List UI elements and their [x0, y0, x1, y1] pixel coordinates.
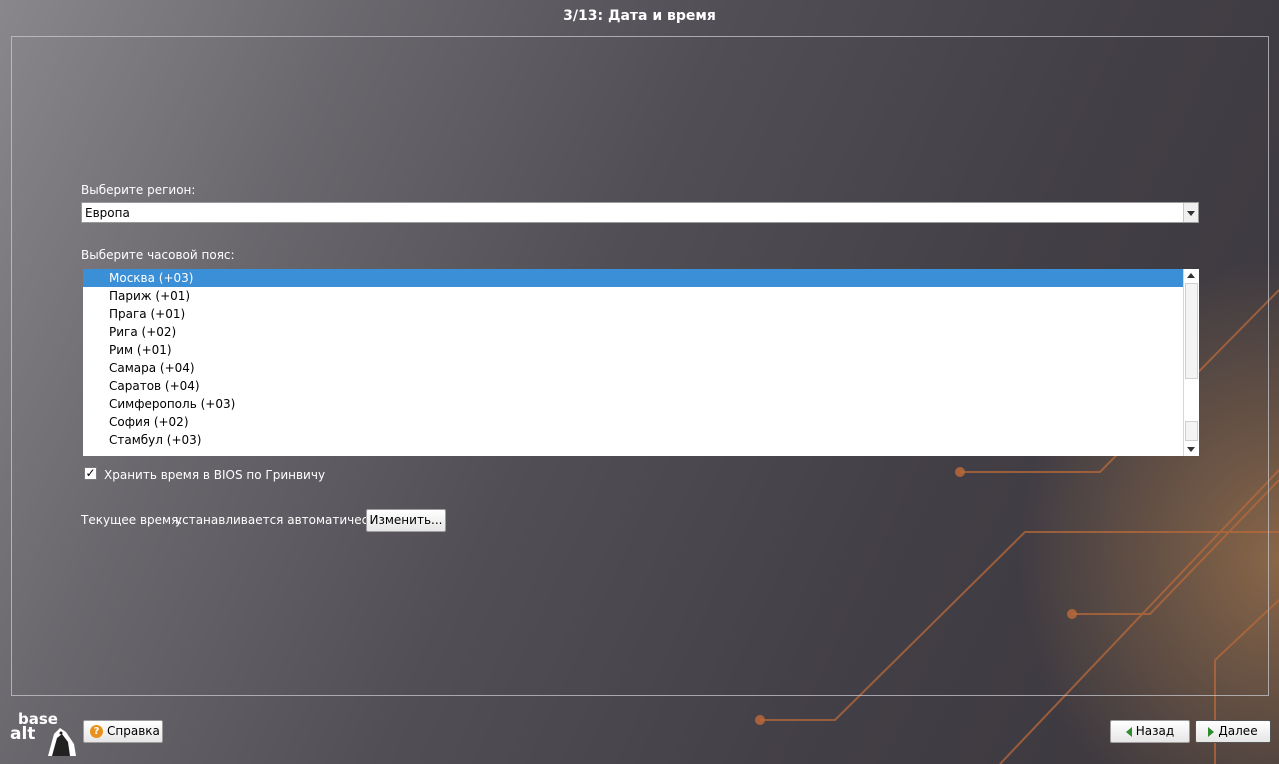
region-label: Выберите регион:: [81, 183, 196, 197]
back-button-label: Назад: [1135, 724, 1175, 738]
timezone-item-sofia[interactable]: София (+02): [83, 413, 1183, 431]
bios-utc-label[interactable]: Хранить время в BIOS по Гринвичу: [104, 468, 325, 482]
timezone-item-riga[interactable]: Рига (+02): [83, 323, 1183, 341]
timezone-item-simferopol[interactable]: Симферополь (+03): [83, 395, 1183, 413]
scrollbar-thumb[interactable]: [1185, 283, 1198, 379]
change-time-button[interactable]: Изменить...: [366, 509, 446, 532]
chevron-right-icon: [1208, 726, 1215, 737]
timezone-list[interactable]: Москва (+03) Париж (+01) Прага (+01) Риг…: [83, 269, 1199, 456]
timezone-item-saratov[interactable]: Саратов (+04): [83, 377, 1183, 395]
help-button[interactable]: ? Справка: [83, 720, 163, 743]
window-title: 3/13: Дата и время: [563, 8, 716, 24]
penguin-logo-icon: [48, 728, 76, 756]
timezone-item-paris[interactable]: Париж (+01): [83, 287, 1183, 305]
next-button-label: Далее: [1218, 724, 1258, 738]
current-time-value: устанавливается автоматически: [175, 513, 384, 527]
scroll-up-icon[interactable]: [1187, 273, 1195, 278]
chevron-left-icon: [1125, 726, 1132, 737]
help-button-label: Справка: [107, 724, 160, 738]
current-time-label: Текущее время:: [81, 513, 183, 527]
region-select[interactable]: Европа: [81, 202, 1199, 223]
logo-text-alt: alt: [10, 724, 36, 744]
base-alt-logo: base alt: [8, 706, 80, 758]
help-icon: ?: [90, 725, 103, 738]
scroll-down-icon[interactable]: [1187, 447, 1195, 452]
timezone-label: Выберите часовой пояс:: [81, 248, 235, 262]
scrollbar-track-segment[interactable]: [1185, 421, 1198, 441]
region-select-value: Европа: [85, 206, 130, 220]
bios-utc-checkbox[interactable]: ✓: [84, 467, 97, 480]
timezone-item-rome[interactable]: Рим (+01): [83, 341, 1183, 359]
chevron-down-icon[interactable]: [1183, 203, 1198, 222]
timezone-item-prague[interactable]: Прага (+01): [83, 305, 1183, 323]
back-button[interactable]: Назад: [1110, 720, 1190, 743]
timezone-item-moscow[interactable]: Москва (+03): [83, 269, 1183, 287]
timezone-item-partial[interactable]: [83, 449, 1183, 456]
timezone-item-samara[interactable]: Самара (+04): [83, 359, 1183, 377]
timezone-item-istanbul[interactable]: Стамбул (+03): [83, 431, 1183, 449]
timezone-list-scrollbar[interactable]: [1183, 269, 1199, 456]
next-button[interactable]: Далее: [1195, 720, 1271, 743]
